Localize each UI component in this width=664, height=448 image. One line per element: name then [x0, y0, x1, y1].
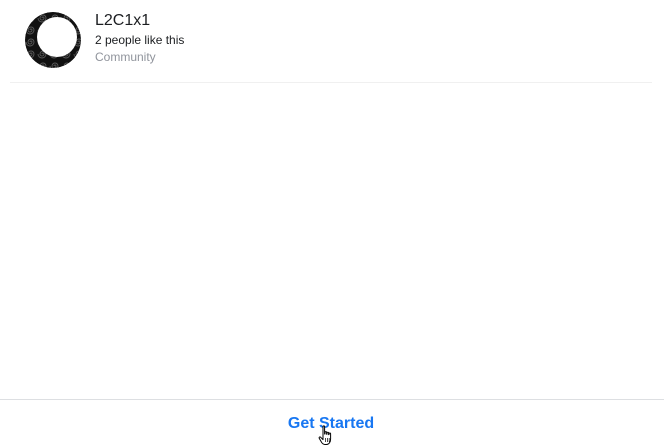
likes-count: 2 people like this — [95, 33, 185, 47]
get-started-button[interactable]: Get Started — [0, 414, 662, 434]
page-name[interactable]: L2C1x1 — [95, 11, 184, 30]
page-category: Community — [95, 50, 156, 64]
page: L2C1x1 2 people like this Community Get … — [0, 0, 664, 448]
page-result-card[interactable]: L2C1x1 2 people like this Community — [10, 0, 652, 83]
footer-bar: Get Started — [0, 399, 664, 448]
crescent-moon-spiral-icon[interactable] — [25, 12, 81, 68]
result-info: L2C1x1 2 people like this Community — [95, 11, 184, 65]
